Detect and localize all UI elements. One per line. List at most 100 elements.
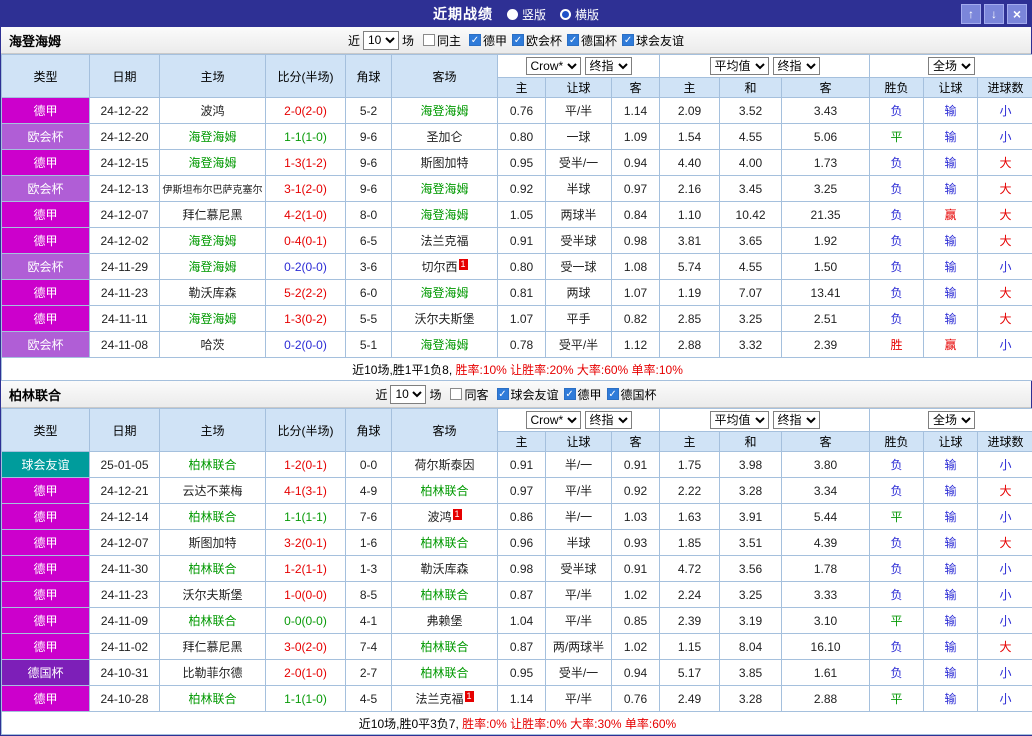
subcol-euro-home: 主 bbox=[660, 78, 720, 98]
outcome-cell: 小 bbox=[978, 452, 1032, 478]
odds-cell: 1.03 bbox=[612, 504, 660, 530]
team-name-text: 圣加仑 bbox=[426, 130, 462, 144]
up-arrow-icon: ↑ bbox=[968, 7, 974, 21]
odds-cell: 8.04 bbox=[720, 634, 782, 660]
odds-cell: 3.19 bbox=[720, 608, 782, 634]
final-odds-select[interactable]: 终指 bbox=[585, 57, 632, 75]
score-cell: 3-1(2-0) bbox=[266, 176, 346, 202]
checkbox-checked-icon: ✓ bbox=[469, 34, 481, 46]
outcome-cell: 负 bbox=[870, 660, 924, 686]
down-arrow-icon: ↓ bbox=[991, 7, 997, 21]
outcome-cell: 负 bbox=[870, 228, 924, 254]
recent-count-select[interactable]: 10 bbox=[363, 31, 399, 50]
odds-cell: 4.40 bbox=[660, 150, 720, 176]
average-odds-select[interactable]: 平均值 bbox=[710, 57, 769, 75]
team-name-text: 波鸿 bbox=[427, 510, 451, 524]
odds-cell: 3.32 bbox=[720, 332, 782, 358]
odds-cell: 平/半 bbox=[546, 686, 612, 712]
away-team-cell: 柏林联合 bbox=[392, 530, 498, 556]
recent-count-select[interactable]: 10 bbox=[390, 385, 426, 404]
match-row: 欧会杯24-12-13伊斯坦布尔巴萨克塞尔3-1(2-0)9-6海登海姆0.92… bbox=[2, 176, 1032, 202]
league-badge: 德甲 bbox=[2, 504, 90, 530]
outcome-cell: 输 bbox=[924, 124, 978, 150]
league-filter-checkbox[interactable]: ✓德甲 bbox=[564, 386, 602, 403]
match-date: 24-12-02 bbox=[90, 228, 160, 254]
outcome-cell: 输 bbox=[924, 228, 978, 254]
league-filter-checkbox[interactable]: ✓球会友谊 bbox=[622, 32, 684, 49]
bookmaker-select[interactable]: Crow* bbox=[526, 411, 581, 429]
team-name-text: 柏林联合 bbox=[420, 588, 468, 602]
team-name-text: 沃尔夫斯堡 bbox=[182, 588, 242, 602]
same-venue-checkbox[interactable]: 同主 bbox=[423, 32, 461, 49]
league-filter-checkbox[interactable]: ✓德甲 bbox=[469, 32, 507, 49]
odds-cell: 半/一 bbox=[546, 504, 612, 530]
bookmaker-select[interactable]: Crow* bbox=[526, 57, 581, 75]
outcome-cell: 大 bbox=[978, 228, 1032, 254]
move-down-button[interactable]: ↓ bbox=[984, 4, 1004, 24]
team-name-text: 比勒菲尔德 bbox=[182, 666, 242, 680]
match-row: 德甲24-12-07斯图加特3-2(0-1)1-6柏林联合0.96半球0.931… bbox=[2, 530, 1032, 556]
col-header-date: 日期 bbox=[90, 409, 160, 452]
odds-cell: 1.02 bbox=[612, 634, 660, 660]
score-cell: 2-0(2-0) bbox=[266, 98, 346, 124]
odds-cell: 1.07 bbox=[498, 306, 546, 332]
league-filter-label: 德国杯 bbox=[621, 386, 657, 403]
average-odds-select[interactable]: 平均值 bbox=[710, 411, 769, 429]
odds-cell: 0.98 bbox=[612, 228, 660, 254]
odds-cell: 7.07 bbox=[720, 280, 782, 306]
outcome-cell: 负 bbox=[870, 530, 924, 556]
outcome-cell: 输 bbox=[924, 98, 978, 124]
league-filter-checkbox[interactable]: ✓德国杯 bbox=[567, 32, 617, 49]
team-name-text: 勒沃库森 bbox=[188, 286, 236, 300]
radio-icon bbox=[560, 9, 571, 20]
league-badge: 德甲 bbox=[2, 530, 90, 556]
final-odds-select[interactable]: 终指 bbox=[773, 57, 820, 75]
team-name-text: 勒沃库森 bbox=[420, 562, 468, 576]
full-match-select[interactable]: 全场 bbox=[928, 57, 975, 75]
score-cell: 0-2(0-0) bbox=[266, 332, 346, 358]
move-up-button[interactable]: ↑ bbox=[961, 4, 981, 24]
outcome-cell: 小 bbox=[978, 582, 1032, 608]
horizontal-layout-label: 横版 bbox=[575, 6, 599, 23]
away-team-cell: 柏林联合 bbox=[392, 582, 498, 608]
outcome-cell: 输 bbox=[924, 556, 978, 582]
match-date: 24-12-13 bbox=[90, 176, 160, 202]
same-venue-checkbox[interactable]: 同客 bbox=[450, 386, 488, 403]
odds-cell: 0.91 bbox=[612, 556, 660, 582]
corners-cell: 7-4 bbox=[346, 634, 392, 660]
odds-cell: 受半球 bbox=[546, 228, 612, 254]
score-cell: 0-2(0-0) bbox=[266, 254, 346, 280]
odds-cell: 两/两球半 bbox=[546, 634, 612, 660]
odds-cell: 受半/一 bbox=[546, 150, 612, 176]
vertical-layout-radio[interactable]: 竖版 bbox=[507, 6, 546, 23]
close-button[interactable]: × bbox=[1007, 4, 1027, 24]
team-name: 柏林联合 bbox=[9, 385, 61, 404]
odds-cell: 一球 bbox=[546, 124, 612, 150]
odds-cell: 3.28 bbox=[720, 686, 782, 712]
league-filter-checkbox[interactable]: ✓欧会杯 bbox=[512, 32, 562, 49]
corners-cell: 2-7 bbox=[346, 660, 392, 686]
score-cell: 1-1(1-1) bbox=[266, 504, 346, 530]
home-team-cell: 海登海姆 bbox=[160, 306, 266, 332]
subcol-euro-draw: 和 bbox=[720, 78, 782, 98]
outcome-cell: 小 bbox=[978, 608, 1032, 634]
full-match-select[interactable]: 全场 bbox=[928, 411, 975, 429]
score-cell: 1-0(0-0) bbox=[266, 582, 346, 608]
league-filters: ✓德甲 ✓欧会杯 ✓德国杯 ✓球会友谊 bbox=[464, 32, 684, 49]
match-row: 欧会杯24-11-08哈茨0-2(0-0)5-1海登海姆0.78受平/半1.12… bbox=[2, 332, 1032, 358]
league-filter-checkbox[interactable]: ✓球会友谊 bbox=[497, 386, 559, 403]
outcome-cell: 输 bbox=[924, 306, 978, 332]
league-badge: 球会友谊 bbox=[2, 452, 90, 478]
horizontal-layout-radio[interactable]: 横版 bbox=[560, 6, 599, 23]
league-badge: 欧会杯 bbox=[2, 254, 90, 280]
outcome-cell: 输 bbox=[924, 530, 978, 556]
score-cell: 4-1(3-1) bbox=[266, 478, 346, 504]
odds-cell: 1.05 bbox=[498, 202, 546, 228]
odds-cell: 平/半 bbox=[546, 98, 612, 124]
odds-cell: 0.91 bbox=[498, 228, 546, 254]
league-filter-checkbox[interactable]: ✓德国杯 bbox=[607, 386, 657, 403]
final-odds-select[interactable]: 终指 bbox=[773, 411, 820, 429]
col-header-away: 客场 bbox=[392, 55, 498, 98]
odds-cell: 半球 bbox=[546, 530, 612, 556]
final-odds-select[interactable]: 终指 bbox=[585, 411, 632, 429]
